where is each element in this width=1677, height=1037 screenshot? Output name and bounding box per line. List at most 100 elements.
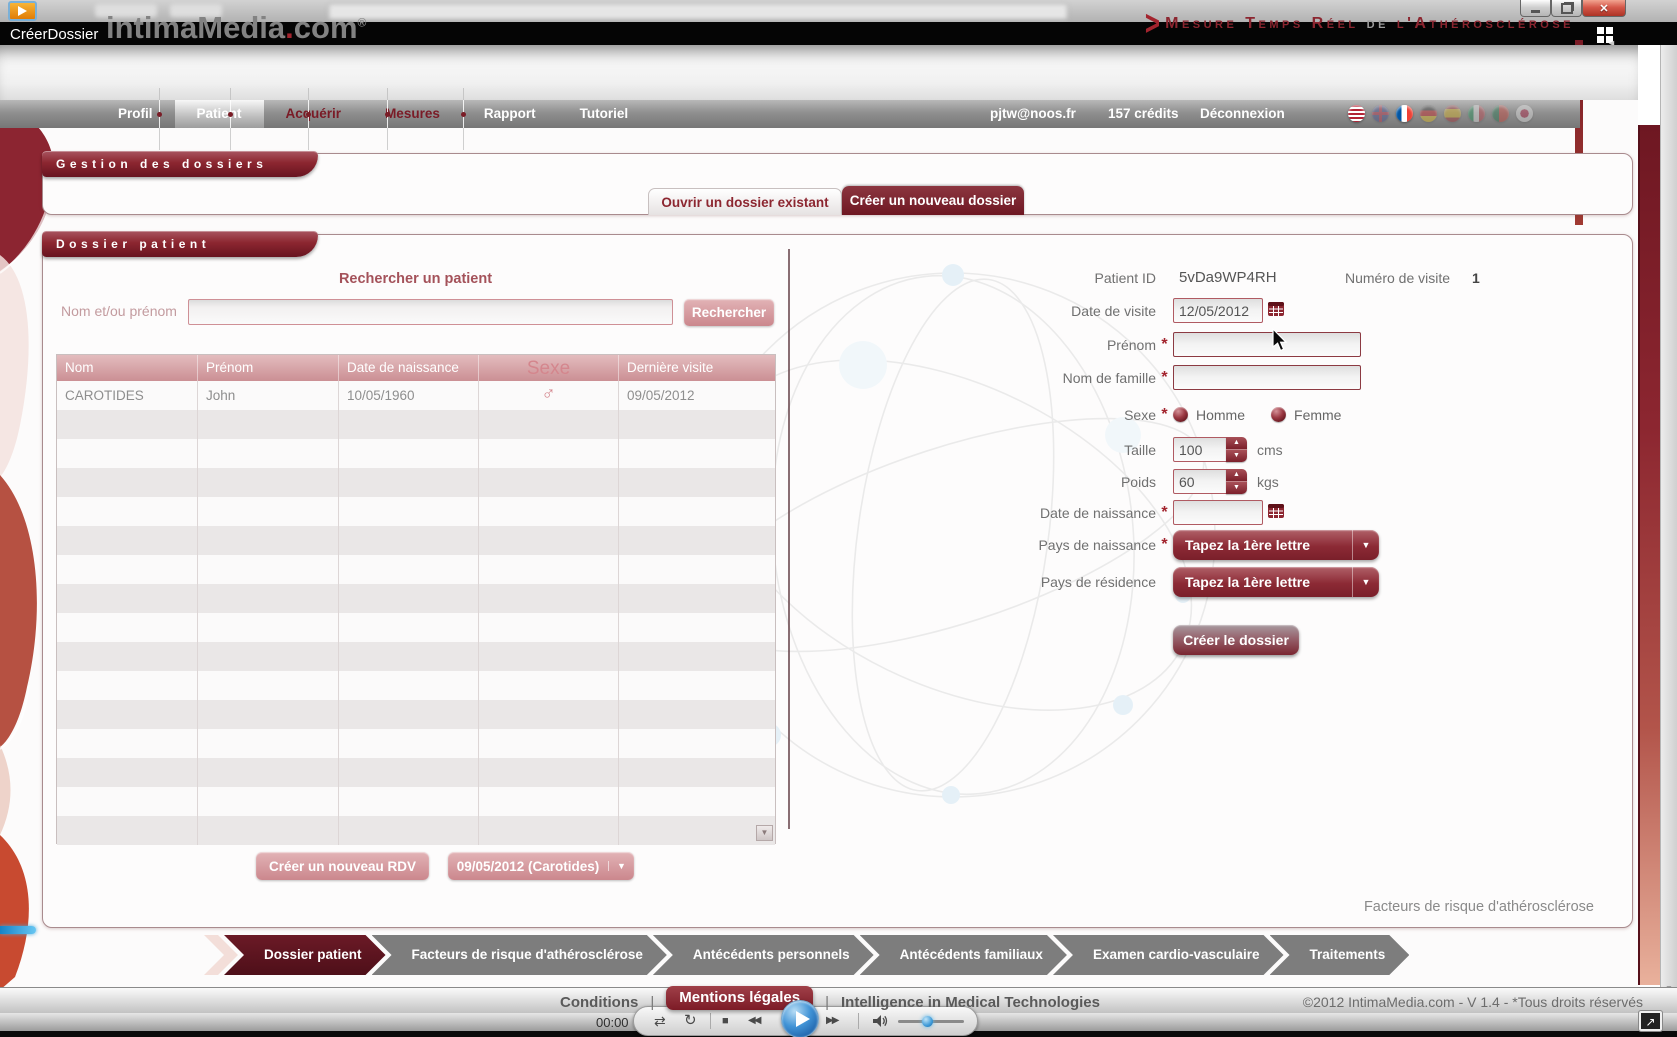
volume-slider[interactable]	[898, 1020, 964, 1023]
breadcrumb-ant-c-dents-personnels[interactable]: Antécédents personnels	[653, 935, 874, 975]
cell	[339, 526, 479, 555]
taille-stepper[interactable]: ▲▼	[1226, 437, 1247, 462]
spin-up-icon[interactable]: ▲	[1226, 437, 1247, 450]
radio-femme[interactable]	[1271, 407, 1286, 422]
cell	[57, 497, 198, 526]
flag-germany-icon[interactable]	[1420, 105, 1437, 122]
tagline-part1: Mesure Temps Réel	[1165, 15, 1359, 33]
cell	[57, 642, 198, 671]
close-button[interactable]: ✕	[1582, 0, 1626, 17]
seek-progress[interactable]	[0, 926, 36, 934]
pays-naissance-select[interactable]: Tapez la 1ère lettre ▼	[1173, 530, 1379, 560]
section-title-text: Dossier patient	[56, 237, 210, 251]
cell	[619, 468, 762, 497]
date-visite-input[interactable]	[1173, 298, 1263, 323]
volume-icon[interactable]	[872, 1014, 889, 1033]
browser-address-bar[interactable]	[328, 3, 1068, 20]
taille-input[interactable]	[1173, 437, 1227, 462]
new-rdv-button[interactable]: Créer un nouveau RDV	[256, 852, 429, 880]
fullscreen-button[interactable]: ↗	[1639, 1011, 1662, 1031]
link-intelligence[interactable]: Intelligence in Medical Technologies	[841, 994, 1100, 1011]
table-row-patient[interactable]: CAROTIDESJohn10/05/1960♂09/05/2012	[57, 381, 775, 410]
close-icon: ✕	[1599, 2, 1608, 15]
visit-dropdown[interactable]: 09/05/2012 (Carotides) ▼	[448, 852, 634, 880]
cell	[339, 671, 479, 700]
date-naissance-input[interactable]	[1173, 500, 1263, 525]
nom-famille-input[interactable]	[1173, 365, 1361, 390]
prenom-input[interactable]	[1173, 332, 1361, 357]
cell	[198, 468, 339, 497]
footer-separator: |	[825, 994, 829, 1011]
nav-item-acqu-rir[interactable]: Acquérir	[264, 100, 364, 128]
breadcrumb-ant-c-dents-familiaux[interactable]: Antécédents familiaux	[860, 935, 1067, 975]
nav-separator	[463, 88, 464, 150]
chevron-down-icon: ▼	[608, 861, 634, 871]
intimamedia-logo[interactable]: intimaMedia.com®	[106, 10, 366, 46]
table-row-empty	[57, 497, 775, 526]
calendar-icon[interactable]	[1268, 302, 1284, 319]
cell	[619, 526, 762, 555]
tab-creer-dossier[interactable]: Créer un nouveau dossier	[842, 186, 1024, 215]
spin-down-icon[interactable]: ▼	[1226, 482, 1247, 494]
flag-usa-icon[interactable]	[1348, 105, 1365, 122]
link-conditions[interactable]: Conditions	[560, 994, 638, 1011]
search-button[interactable]: Rechercher	[684, 299, 774, 326]
tagline-part3: l'Athérosclérose	[1397, 15, 1574, 33]
flag-japan-icon[interactable]	[1516, 105, 1533, 122]
cell	[57, 439, 198, 468]
cell	[57, 816, 198, 845]
logo-tld: com	[294, 10, 358, 45]
nav-item-profil[interactable]: Profil	[96, 100, 175, 128]
logout-link[interactable]: Déconnexion	[1200, 100, 1285, 128]
controls-divider	[858, 1013, 859, 1029]
browser-scrollbar[interactable]: ▼	[1660, 45, 1677, 1011]
table-scroll-down-button[interactable]: ▼	[756, 825, 773, 841]
visit-number-value: 1	[1472, 270, 1480, 286]
calendar-icon[interactable]	[1268, 504, 1284, 521]
required-mark: *	[1156, 369, 1173, 387]
dossier-panel: Rechercher un patient Nom et/ou prénom R…	[42, 234, 1633, 928]
cell	[479, 410, 619, 439]
breadcrumb-dossier-patient[interactable]: Dossier patient	[224, 935, 386, 975]
spin-down-icon[interactable]: ▼	[1226, 450, 1247, 462]
column-header-pr-nom: Prénom	[198, 355, 339, 381]
play-button[interactable]	[781, 1000, 819, 1037]
flag-spain-icon[interactable]	[1444, 105, 1461, 122]
search-input[interactable]	[188, 299, 673, 325]
table-row-empty	[57, 671, 775, 700]
breadcrumb-traitements[interactable]: Traitements	[1270, 935, 1410, 975]
cell	[619, 584, 762, 613]
cell	[57, 729, 198, 758]
spin-up-icon[interactable]: ▲	[1226, 469, 1247, 482]
taille-unit: cms	[1257, 442, 1283, 458]
flag-uk-icon[interactable]	[1372, 105, 1389, 122]
homme-label: Homme	[1196, 407, 1245, 423]
flag-italy-icon[interactable]	[1468, 105, 1485, 122]
flag-portugal-icon[interactable]	[1492, 105, 1509, 122]
column-header-nom: Nom	[57, 355, 198, 381]
flag-france-icon[interactable]	[1396, 105, 1413, 122]
breadcrumb-examen-cardio-vasculaire[interactable]: Examen cardio-vasculaire	[1053, 935, 1284, 975]
cell	[479, 642, 619, 671]
taille-label: Taille	[803, 442, 1156, 458]
table-row-empty	[57, 526, 775, 555]
volume-knob[interactable]	[922, 1016, 933, 1027]
radio-homme[interactable]	[1173, 407, 1188, 422]
cell	[339, 497, 479, 526]
nav-separator	[230, 88, 231, 150]
nav-item-tutoriel[interactable]: Tutoriel	[558, 100, 651, 128]
cell	[198, 642, 339, 671]
cell	[198, 584, 339, 613]
tagline-part2: de	[1367, 15, 1389, 33]
creer-dossier-button[interactable]: Créer le dossier	[1173, 625, 1299, 655]
breadcrumb-facteurs-de-risque-d-ath-roscl-rose[interactable]: Facteurs de risque d'athérosclérose	[372, 935, 667, 975]
patients-table[interactable]: NomPrénomDate de naissanceSexeDernière v…	[56, 354, 776, 844]
panel-footer-note: Facteurs de risque d'athérosclérose	[1364, 899, 1594, 915]
nav-item-mesures[interactable]: Mesures	[363, 100, 462, 128]
poids-input[interactable]	[1173, 469, 1227, 494]
poids-stepper[interactable]: ▲▼	[1226, 469, 1247, 494]
nav-item-rapport[interactable]: Rapport	[462, 100, 558, 128]
pays-residence-select[interactable]: Tapez la 1ère lettre ▼	[1173, 567, 1379, 597]
nav-item-patient[interactable]: Patient	[175, 100, 264, 128]
tab-ouvrir-dossier[interactable]: Ouvrir un dossier existant	[648, 188, 842, 215]
